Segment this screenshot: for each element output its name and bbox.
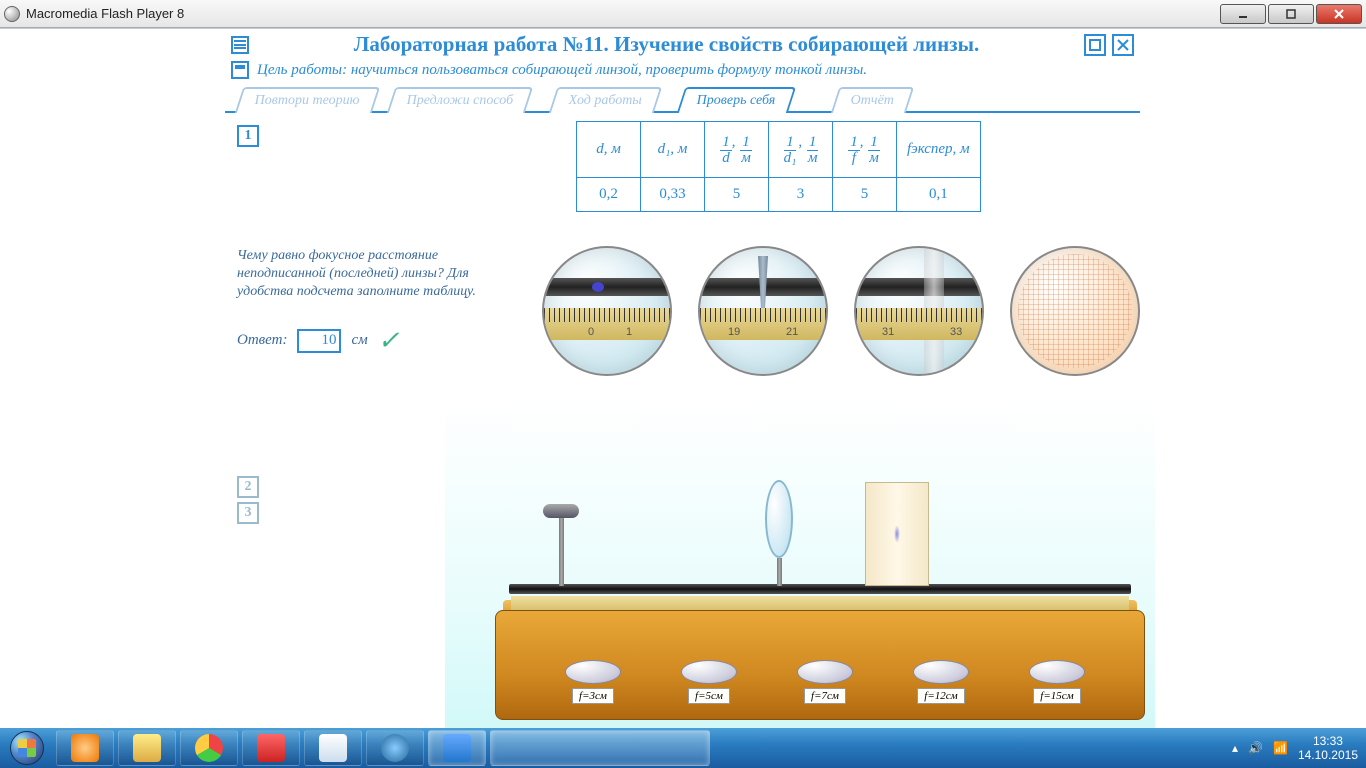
lens-3cm[interactable]: f=3см <box>565 660 621 704</box>
tray-arrow-icon[interactable]: ▴ <box>1232 741 1238 755</box>
lens-selector: f=3см f=5см f=7см f=12см f=15см <box>565 660 1085 704</box>
magnifier-source[interactable]: 0 1 <box>542 246 672 376</box>
taskbar-explorer[interactable] <box>118 730 176 766</box>
exit-button[interactable] <box>1112 34 1134 56</box>
answer-label: Ответ: <box>237 332 287 349</box>
maximize-button[interactable] <box>1268 4 1314 24</box>
th-d1: d₁, м <box>641 122 705 178</box>
taskbar-app-red[interactable] <box>242 730 300 766</box>
lens-12cm[interactable]: f=12см <box>913 660 969 704</box>
volume-icon[interactable]: 🔊 <box>1248 741 1263 755</box>
magnifier-lens[interactable]: 19 21 <box>698 246 828 376</box>
page-title: Лабораторная работа №11. Изучение свойст… <box>257 32 1076 57</box>
th-1overf: 1f, 1м <box>833 122 897 178</box>
taskbar-media[interactable] <box>56 730 114 766</box>
screen-on-bench[interactable] <box>865 482 929 586</box>
question-number-2[interactable]: 2 <box>237 476 259 498</box>
app-header: Лабораторная работа №11. Изучение свойст… <box>225 30 1140 59</box>
tab-method[interactable]: Предложи способ <box>387 87 534 113</box>
cell-1overd[interactable]: 5 <box>705 178 769 212</box>
tab-report[interactable]: Отчёт <box>831 87 915 113</box>
goal-text: Цель работы: научиться пользоваться соби… <box>257 62 867 79</box>
window-title: Macromedia Flash Player 8 <box>26 6 1218 21</box>
cell-1overd1[interactable]: 3 <box>769 178 833 212</box>
check-icon[interactable]: ✓ <box>378 326 400 356</box>
cell-d[interactable]: 0,2 <box>577 178 641 212</box>
minimize-button[interactable] <box>1220 4 1266 24</box>
cell-fexp[interactable]: 0,1 <box>897 178 981 212</box>
th-1overd: 1d, 1м <box>705 122 769 178</box>
question-number-3[interactable]: 3 <box>237 502 259 524</box>
system-tray[interactable]: ▴ 🔊 📶 13:33 14.10.2015 <box>1224 734 1366 763</box>
windows-orb-icon <box>10 731 44 765</box>
lens-5cm[interactable]: f=5см <box>681 660 737 704</box>
magnifier-image[interactable] <box>1010 246 1140 376</box>
tab-procedure[interactable]: Ход работы <box>549 87 663 113</box>
data-table: d, м d₁, м 1d, 1м 1d₁, 1м 1f, 1м fэкспер… <box>576 121 981 212</box>
toolbar-placeholder <box>0 28 1366 29</box>
tab-theory[interactable]: Повтори теорию <box>235 87 380 113</box>
tabs: Повтори теорию Предложи способ Ход работ… <box>225 87 1140 113</box>
tab-selftest[interactable]: Проверь себя <box>677 87 796 113</box>
contents-icon[interactable] <box>231 36 249 54</box>
magnifiers: 0 1 19 21 31 33 <box>542 246 1140 376</box>
answer-unit: см <box>351 332 367 349</box>
taskbar-scales[interactable] <box>366 730 424 766</box>
calculator-icon[interactable] <box>231 61 249 79</box>
taskbar-chrome[interactable] <box>180 730 238 766</box>
th-d: d, м <box>577 122 641 178</box>
cell-d1[interactable]: 0,33 <box>641 178 705 212</box>
question-text: Чему равно фокусное расстояние неподписа… <box>237 247 504 302</box>
answer-input[interactable] <box>297 329 341 353</box>
network-icon[interactable]: 📶 <box>1273 741 1288 755</box>
app-subheader: Цель работы: научиться пользоваться соби… <box>225 59 1140 85</box>
lens-on-bench[interactable] <box>765 480 793 586</box>
taskbar-word[interactable] <box>428 730 486 766</box>
flash-icon <box>4 6 20 22</box>
light-source[interactable] <box>543 504 579 586</box>
cell-1overf[interactable]: 5 <box>833 178 897 212</box>
magnifier-screen[interactable]: 31 33 <box>854 246 984 376</box>
optical-bench: f=3см f=5см f=7см f=12см f=15см <box>495 460 1145 720</box>
window-titlebar: Macromedia Flash Player 8 <box>0 0 1366 28</box>
th-fexp: fэкспер, м <box>897 122 981 178</box>
lens-7cm[interactable]: f=7см <box>797 660 853 704</box>
start-button[interactable] <box>0 728 54 768</box>
fullscreen-button[interactable] <box>1084 34 1106 56</box>
close-button[interactable] <box>1316 4 1362 24</box>
clock[interactable]: 13:33 14.10.2015 <box>1298 734 1358 763</box>
question-number-1[interactable]: 1 <box>237 125 259 147</box>
app-root: Лабораторная работа №11. Изучение свойст… <box>225 30 1140 740</box>
th-1overd1: 1d₁, 1м <box>769 122 833 178</box>
taskbar-notepad[interactable] <box>304 730 362 766</box>
lens-15cm[interactable]: f=15см <box>1029 660 1085 704</box>
taskbar: ▴ 🔊 📶 13:33 14.10.2015 <box>0 728 1366 768</box>
taskbar-flashplayer[interactable] <box>490 730 710 766</box>
answer-row: Ответ: см ✓ <box>237 326 504 356</box>
bench-area: f=3см f=5см f=7см f=12см f=15см <box>445 400 1155 740</box>
